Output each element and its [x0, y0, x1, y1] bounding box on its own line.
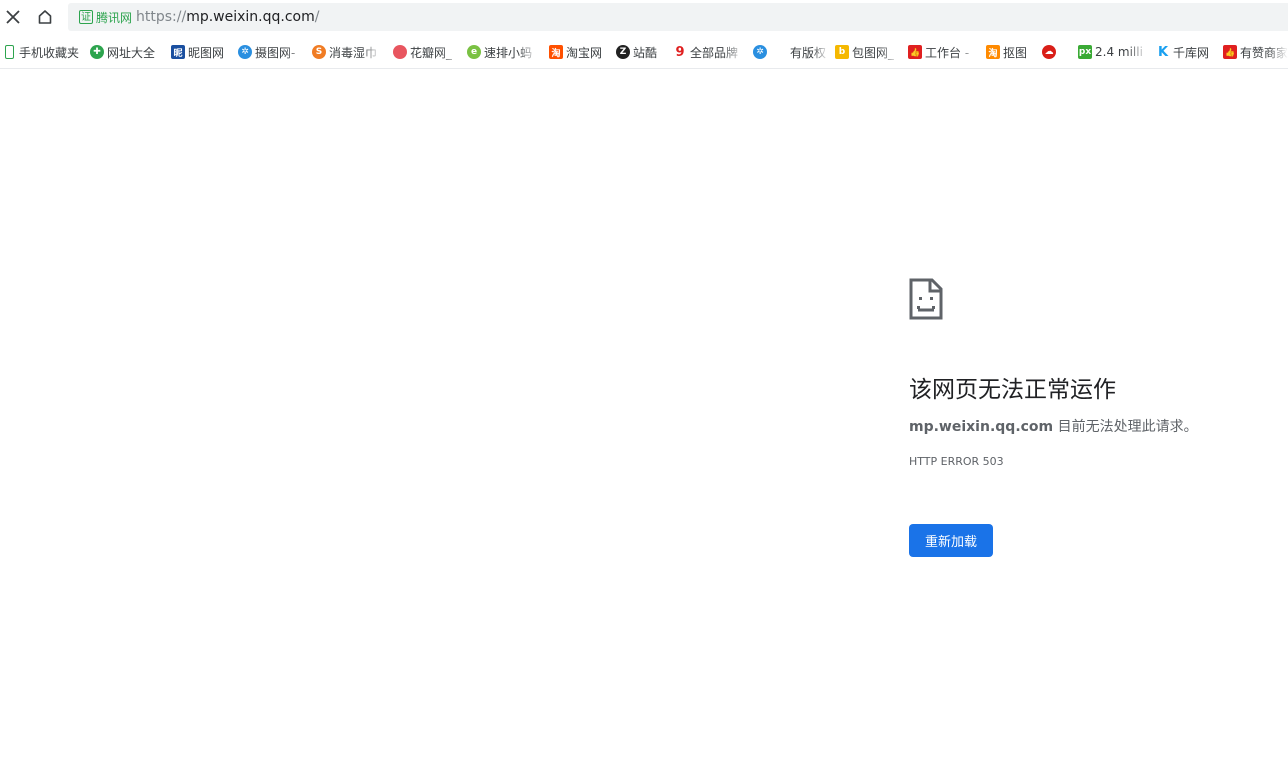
- bookmark-item[interactable]: 花瓣网_: [393, 43, 461, 61]
- bookmark-item[interactable]: 👍 有赞商家: [1223, 43, 1288, 61]
- url-scheme: https://: [136, 9, 187, 25]
- close-icon: [6, 10, 20, 24]
- sad-page-icon: [909, 278, 943, 320]
- sogou-icon: S: [312, 45, 326, 59]
- stop-button[interactable]: [1, 5, 25, 29]
- px-icon: px: [1078, 45, 1092, 59]
- bookmark-item[interactable]: 昵昵图网: [171, 43, 231, 61]
- bookmark-label: 全部品牌: [690, 45, 739, 60]
- qianku-icon: K: [1157, 44, 1169, 60]
- bookmark-item[interactable]: b 包图网_: [835, 43, 899, 61]
- blank-icon: [773, 45, 787, 59]
- bookmark-label: 有版权: [790, 45, 827, 60]
- bookmark-label: 工作台 -: [925, 45, 970, 60]
- thumbs-up-icon: 👍: [908, 45, 922, 59]
- bookmark-label: 花瓣网_: [410, 45, 453, 60]
- error-title: 该网页无法正常运作: [909, 377, 1116, 403]
- home-button[interactable]: [33, 5, 57, 29]
- error-description: mp.weixin.qq.com 目前无法处理此请求。: [909, 416, 1198, 436]
- huaban-icon: [393, 45, 407, 59]
- phone-icon: [5, 45, 14, 59]
- bookmark-label: 速排小蚂: [484, 45, 533, 60]
- bookmark-item[interactable]: ✲ 摄图网-: [238, 43, 306, 61]
- baotu-icon: b: [835, 45, 849, 59]
- camera-icon: ✲: [238, 45, 252, 59]
- koutu-icon: 淘: [986, 45, 1000, 59]
- bookmark-label: 淘宝网: [566, 45, 603, 60]
- camera-icon: ✲: [753, 45, 767, 59]
- zcool-icon: Z: [616, 45, 630, 59]
- error-code: HTTP ERROR 503: [909, 455, 1004, 468]
- url-path: /: [314, 9, 320, 25]
- jiu-icon: 9: [675, 44, 685, 60]
- reload-button[interactable]: 重新加载: [909, 524, 993, 557]
- error-message: 目前无法处理此请求。: [1053, 419, 1198, 435]
- bookmark-label: 消毒湿巾: [329, 45, 378, 60]
- cloud-icon: ☁: [1042, 45, 1056, 59]
- bookmark-item[interactable]: 9 全部品牌: [673, 43, 745, 61]
- bookmark-item[interactable]: Z 站酷: [616, 43, 666, 61]
- bookmark-item[interactable]: ☁: [1042, 43, 1058, 61]
- bookmark-label: 摄图网-: [255, 45, 296, 60]
- bookmark-item[interactable]: e 速排小蚂: [467, 43, 539, 61]
- bookmarks-bar: 手机收藏夹 ✚ 网址大全昵昵图网 ✲ 摄图网- S 消毒湿巾 花瓣网_ e 速排小蚂淘淘宝网 Z 站酷…: [0, 36, 1288, 69]
- bookmark-item[interactable]: 淘淘宝网: [549, 43, 609, 61]
- bookmark-label: 抠图: [1003, 45, 1028, 60]
- taobao-icon: 淘: [549, 45, 563, 59]
- bookmark-item[interactable]: ✲: [753, 43, 769, 61]
- browser-toolbar: 证 腾讯网 https:// mp.weixin.qq.com /: [0, 0, 1288, 34]
- error-host: mp.weixin.qq.com: [909, 419, 1054, 435]
- certificate-icon[interactable]: 证: [79, 10, 93, 24]
- bookmark-item[interactable]: 手机收藏夹: [5, 43, 85, 61]
- bookmark-item[interactable]: S 消毒湿巾: [312, 43, 382, 61]
- url-host: mp.weixin.qq.com: [186, 9, 315, 25]
- bookmark-item[interactable]: ✚ 网址大全: [90, 43, 162, 61]
- bookmark-item[interactable]: px 2.4 milli: [1078, 43, 1148, 61]
- address-bar[interactable]: 证 腾讯网 https:// mp.weixin.qq.com /: [68, 3, 1288, 31]
- bookmark-item[interactable]: K 千库网: [1156, 43, 1218, 61]
- bookmark-label: 千库网: [1173, 45, 1210, 60]
- bookmark-item[interactable]: 👍 工作台 -: [908, 43, 978, 61]
- nipic-icon: 昵: [171, 45, 185, 59]
- star-icon: ✚: [90, 45, 104, 59]
- bookmark-label: 2.4 milli: [1095, 45, 1143, 59]
- bookmark-label: 包图网_: [852, 45, 895, 60]
- bookmark-item[interactable]: 淘抠图: [986, 43, 1036, 61]
- bookmark-label: 有赞商家: [1240, 45, 1288, 60]
- supai-icon: e: [467, 45, 481, 59]
- bookmark-label: 昵图网: [188, 45, 225, 60]
- bookmark-label: 站酷: [633, 45, 658, 60]
- thumbs-up-icon: 👍: [1223, 45, 1237, 59]
- certificate-label[interactable]: 腾讯网: [96, 9, 132, 26]
- bookmark-label: 网址大全: [107, 45, 156, 60]
- bookmark-item[interactable]: 有版权: [773, 43, 829, 61]
- home-icon: [38, 10, 52, 24]
- bookmark-label: 手机收藏夹: [19, 45, 80, 60]
